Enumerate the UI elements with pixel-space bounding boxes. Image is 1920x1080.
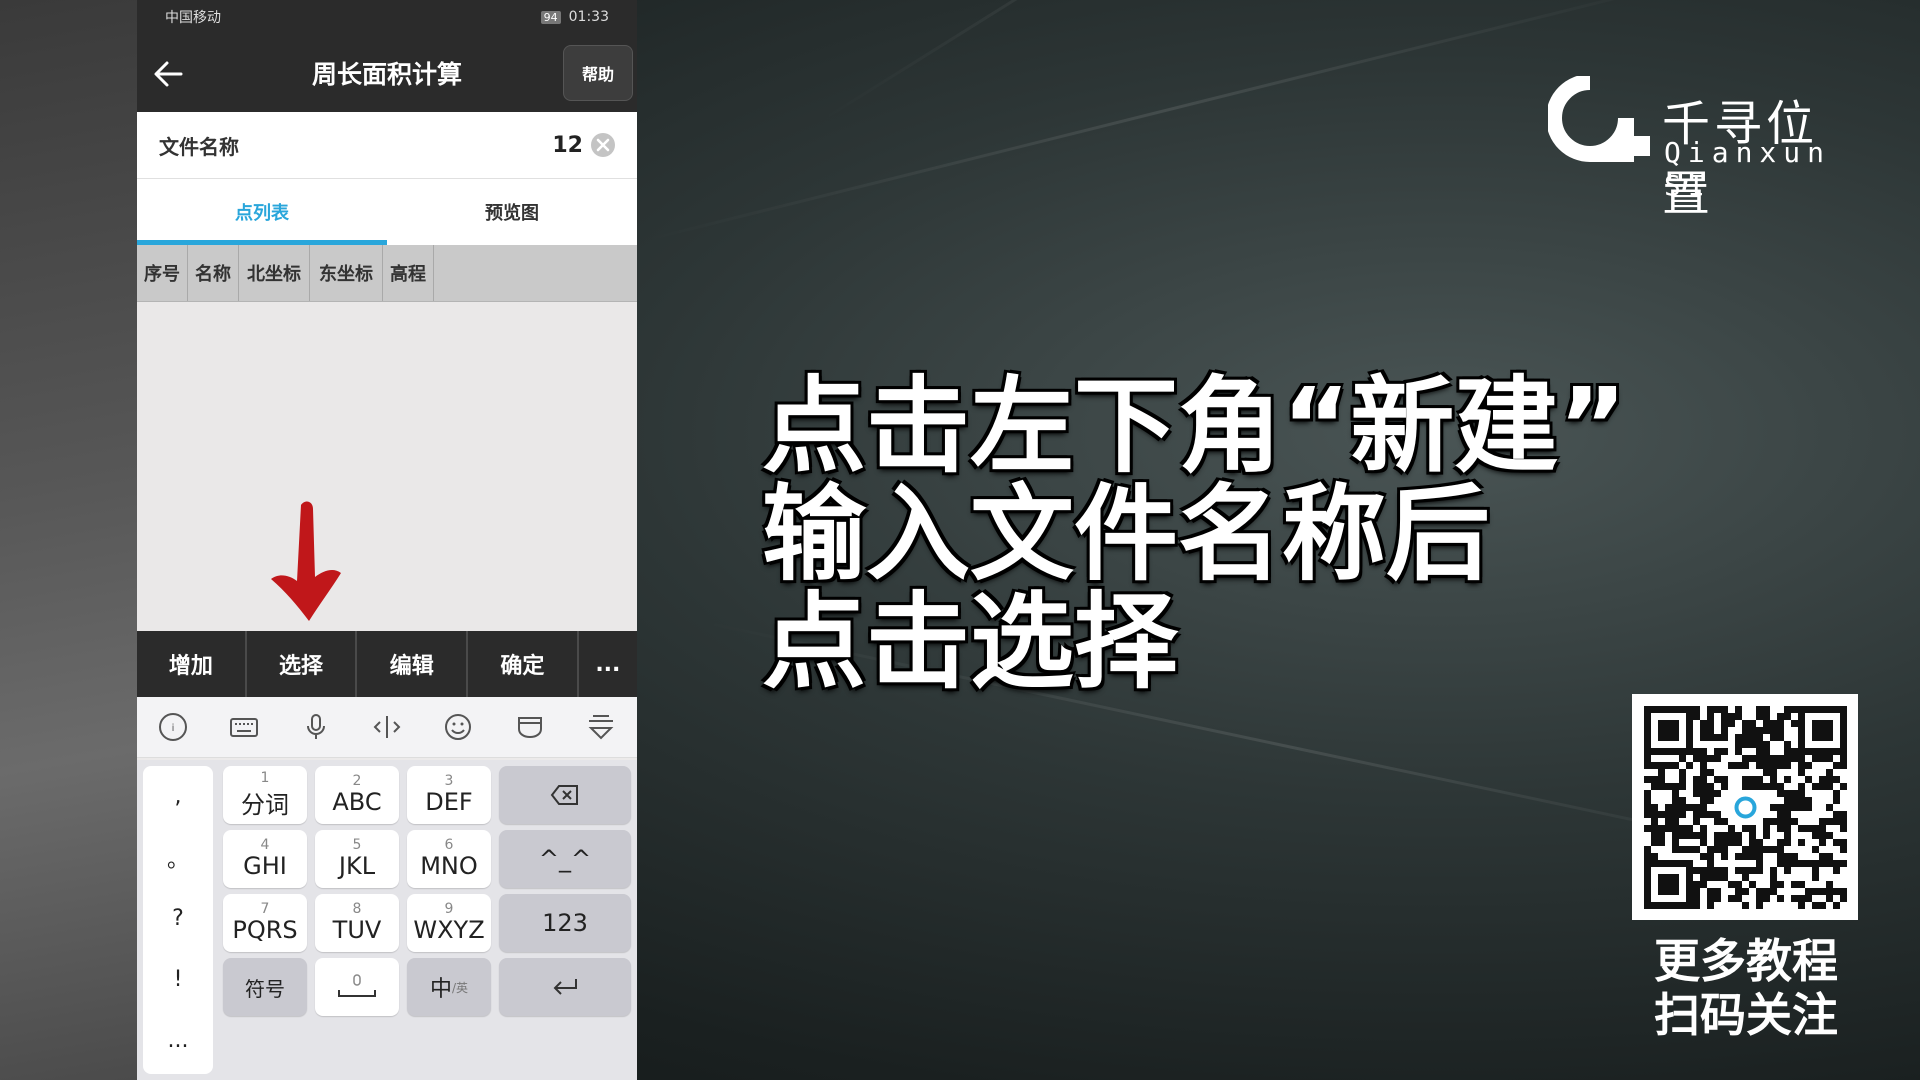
- instruction-text: 点击左下角“新建” 输入文件名称后 点击选择: [762, 372, 1627, 696]
- tab-point-list[interactable]: 点列表: [137, 179, 387, 245]
- carrier-label: 中国移动: [165, 10, 221, 26]
- battery-indicator: 94: [540, 10, 561, 24]
- phone-screen: 中国移动 94 01:33 周长面积计算 帮助 文件名称 12 点列表 预览图 …: [137, 0, 637, 1080]
- tab-preview[interactable]: 预览图: [387, 179, 637, 245]
- key-6[interactable]: 6 MNO: [407, 830, 491, 888]
- status-bar: 中国移动 94 01:33: [137, 0, 637, 34]
- file-name-input[interactable]: 12: [552, 133, 583, 158]
- file-name-label: 文件名称: [159, 134, 239, 159]
- confirm-button[interactable]: 确定: [468, 631, 579, 697]
- svg-text:i: i: [171, 723, 174, 734]
- clipboard-icon[interactable]: [513, 710, 547, 744]
- instruction-line-3: 点击选择: [762, 581, 1179, 703]
- qr-caption: 更多教程 扫码关注: [1646, 934, 1846, 1042]
- punct-ellipsis-key[interactable]: ...: [143, 1010, 213, 1071]
- add-button[interactable]: 增加: [137, 631, 247, 697]
- logo-english-text: Qianxun SI: [1664, 136, 1832, 202]
- punct-exclaim-key[interactable]: !: [143, 949, 213, 1010]
- key-9[interactable]: 9 WXYZ: [407, 894, 491, 952]
- title-bar: 周长面积计算 帮助: [137, 34, 637, 112]
- action-bar: 增加 选择 编辑 确定 ...: [137, 631, 637, 697]
- backspace-icon: [550, 785, 578, 805]
- help-button[interactable]: 帮助: [563, 45, 633, 101]
- punct-comma-key[interactable]: ,: [143, 766, 213, 827]
- qr-code: [1632, 694, 1858, 920]
- space-icon: [338, 974, 376, 997]
- time-label: 01:33: [568, 9, 609, 25]
- punct-question-key[interactable]: ?: [143, 888, 213, 949]
- enter-key[interactable]: [499, 958, 631, 1016]
- enter-icon: [553, 979, 577, 995]
- t9-keyboard: , 。 ? ! ... 1 分词 2 ABC 3 DEF 4 GHI 5 JKL 6 MNO…: [137, 760, 637, 1080]
- punct-period-key[interactable]: 。: [143, 827, 213, 888]
- page-title: 周长面积计算: [311, 60, 462, 89]
- key-7[interactable]: 7 PQRS: [223, 894, 307, 952]
- ime-logo-icon[interactable]: i: [156, 710, 190, 744]
- key-2[interactable]: 2 ABC: [315, 766, 399, 824]
- collapse-keyboard-icon[interactable]: [584, 710, 618, 744]
- punctuation-column: , 。 ? ! ...: [143, 766, 213, 1074]
- language-switch-key[interactable]: 中/英: [407, 958, 491, 1016]
- key-5[interactable]: 5 JKL: [315, 830, 399, 888]
- qr-code-image: [1644, 706, 1847, 909]
- column-header-name: 名称: [188, 245, 239, 301]
- point-list[interactable]: [137, 302, 637, 631]
- qianxun-logo-icon: [1548, 76, 1650, 162]
- symbol-key[interactable]: 符号: [223, 958, 307, 1016]
- tab-bar: 点列表 预览图: [137, 179, 637, 245]
- qr-caption-line-1: 更多教程: [1654, 934, 1838, 988]
- emoji-icon[interactable]: [441, 710, 475, 744]
- space-key[interactable]: [315, 958, 399, 1016]
- column-header-north: 北坐标: [239, 245, 310, 301]
- key-1[interactable]: 1 分词: [223, 766, 307, 824]
- key-8[interactable]: 8 TUV: [315, 894, 399, 952]
- numeric-key[interactable]: 123: [499, 894, 631, 952]
- ime-toolbar: i: [137, 697, 637, 758]
- key-3[interactable]: 3 DEF: [407, 766, 491, 824]
- file-name-row: 文件名称 12: [137, 112, 637, 179]
- background-streak: [819, 0, 1585, 123]
- table-header: 序号 名称 北坐标 东坐标 高程: [137, 245, 637, 302]
- more-button[interactable]: ...: [579, 631, 637, 697]
- red-arrow-annotation: [271, 501, 341, 621]
- keyboard-icon[interactable]: [227, 710, 261, 744]
- key-4[interactable]: 4 GHI: [223, 830, 307, 888]
- clear-icon[interactable]: [589, 131, 617, 159]
- backspace-key[interactable]: [499, 766, 631, 824]
- column-header-elevation: 高程: [383, 245, 434, 301]
- select-button[interactable]: 选择: [247, 631, 358, 697]
- column-header-index: 序号: [137, 245, 188, 301]
- cursor-move-icon[interactable]: [370, 710, 404, 744]
- qr-caption-line-2: 扫码关注: [1654, 988, 1838, 1042]
- microphone-icon[interactable]: [299, 710, 333, 744]
- instruction-line-2: 输入文件名称后: [762, 473, 1491, 595]
- brand-logo: 千寻位置 Qianxun SI: [1548, 76, 1858, 222]
- emoticon-key[interactable]: ^_^: [499, 830, 631, 888]
- instruction-line-1: 点击左下角“新建”: [762, 365, 1627, 487]
- column-header-east: 东坐标: [310, 245, 383, 301]
- left-background: [0, 0, 137, 1080]
- edit-button[interactable]: 编辑: [357, 631, 469, 697]
- active-tab-indicator: [137, 240, 387, 245]
